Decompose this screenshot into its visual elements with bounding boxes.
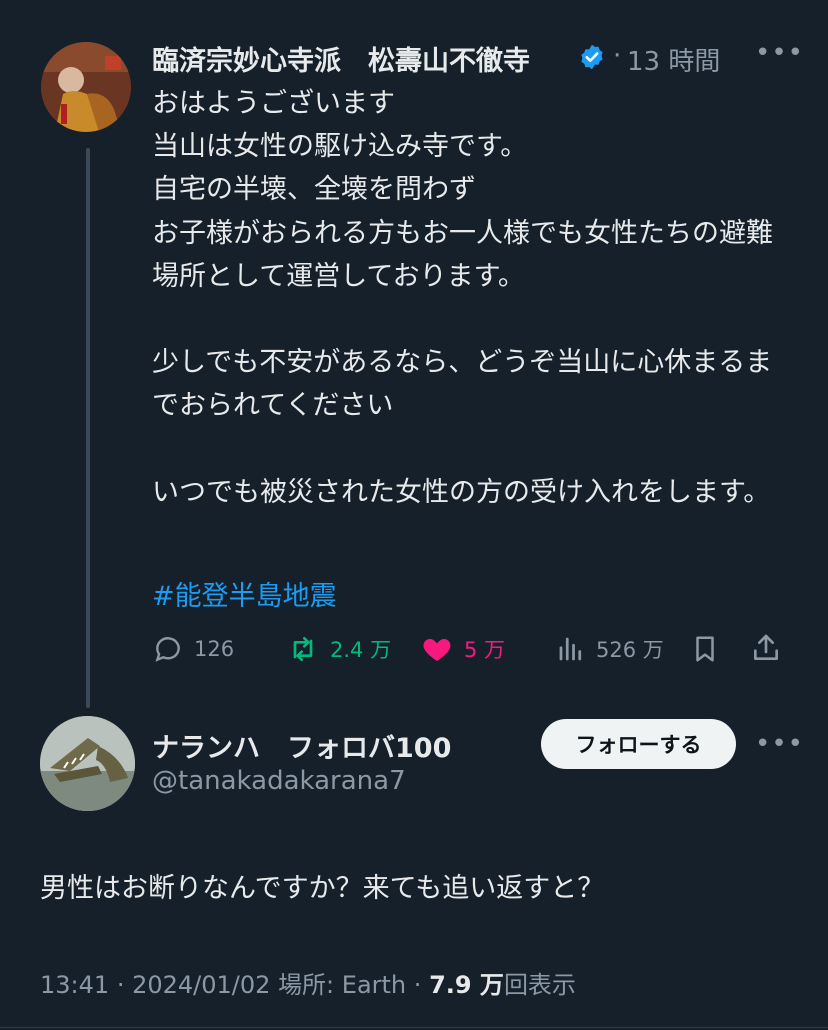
reply-body-text: 男性はお断りなんですか？来ても追い返すと？ bbox=[40, 873, 605, 904]
repost-count: 2.4 万 bbox=[330, 638, 392, 662]
more-icon[interactable]: ••• bbox=[755, 38, 804, 68]
repost-icon bbox=[293, 637, 313, 661]
views-action[interactable]: 526 万 bbox=[556, 633, 664, 665]
share-icon[interactable] bbox=[750, 631, 782, 669]
follow-button[interactable]: フォローする bbox=[541, 719, 736, 769]
crocodile-avatar-image bbox=[40, 716, 135, 811]
bookmark-icon[interactable] bbox=[690, 632, 720, 670]
views-count: 526 万 bbox=[596, 638, 664, 662]
original-author-name[interactable]: 臨済宗妙心寺派 松壽山不徹寺 bbox=[152, 39, 530, 78]
verified-badge-icon bbox=[578, 43, 606, 75]
thread-connector-line bbox=[86, 148, 90, 708]
reply-action[interactable]: 126 bbox=[152, 633, 234, 665]
original-author-avatar[interactable] bbox=[41, 42, 131, 132]
post-body-text: おはようございます 当山は女性の駆け込み寺です。 自宅の半壊、全壊を問わず お子… bbox=[152, 88, 773, 508]
reply-author-handle[interactable]: @tanakadakarana7 bbox=[152, 766, 406, 796]
reply-author-avatar[interactable] bbox=[40, 716, 135, 811]
post-time-ago[interactable]: 13 時間 bbox=[627, 41, 720, 78]
reply-more-icon[interactable]: ••• bbox=[755, 729, 804, 759]
like-action[interactable]: 5 万 bbox=[420, 633, 505, 665]
reply-date[interactable]: 2024/01/02 bbox=[132, 971, 270, 999]
reply-meta: 13:41 · 2024/01/02 場所: Earth · 7.9 万回表示 bbox=[40, 965, 576, 1000]
divider bbox=[0, 1027, 828, 1028]
meta-separator: · bbox=[413, 971, 422, 999]
time-separator: · bbox=[613, 41, 622, 71]
reply-time[interactable]: 13:41 bbox=[40, 971, 109, 999]
monk-avatar-image bbox=[41, 42, 131, 132]
reply-count: 126 bbox=[194, 637, 235, 661]
reply-views-count: 7.9 万 bbox=[429, 971, 504, 999]
reply-author-name[interactable]: ナランハ フォロバ100 bbox=[152, 726, 451, 765]
views-icon bbox=[559, 637, 582, 661]
repost-action[interactable]: 2.4 万 bbox=[286, 633, 391, 665]
reply-views-label: 回表示 bbox=[503, 971, 576, 999]
meta-separator: · bbox=[116, 971, 125, 999]
reply-icon bbox=[155, 637, 180, 662]
like-count: 5 万 bbox=[464, 638, 506, 662]
reply-location: 場所: Earth bbox=[278, 971, 407, 999]
heart-icon bbox=[423, 639, 451, 661]
hashtag-link[interactable]: #能登半島地震 bbox=[152, 575, 337, 618]
